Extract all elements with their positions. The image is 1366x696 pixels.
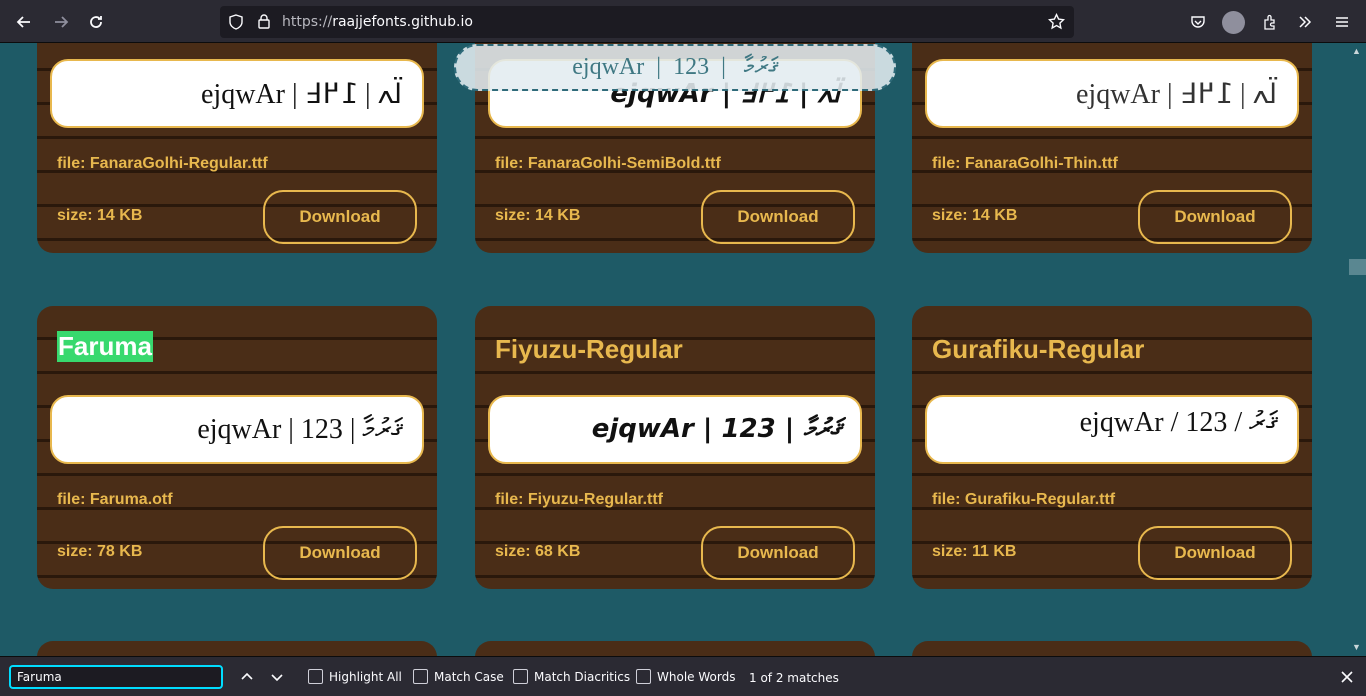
file-label: file: FanaraGolhi-Regular.ttf [57, 155, 268, 172]
font-card-gurafiku-regular: Gurafiku-Regular ejqwAr / ޤަރު / 123 fil… [912, 306, 1312, 589]
font-preview: ejqwAr | ޤަރުމާ | 123 [488, 395, 862, 464]
font-preview: ejqwAr | ߊ߳ߍ | ߁߂߃ [50, 59, 424, 128]
whole-words-checkbox[interactable]: Whole Words [636, 669, 735, 684]
url-text[interactable]: https://raajjefonts.github.io [282, 14, 473, 30]
font-card-fanaragolhi-thin: ejqwAr | ߊ߳ߍ | ߁߂߃ file: FanaraGolhi-Thi… [912, 43, 1312, 253]
back-icon[interactable] [10, 8, 38, 36]
find-previous-icon[interactable] [235, 665, 259, 689]
font-card-fiyuzu-regular: Fiyuzu-Regular ejqwAr | ޤަރުމާ | 123 fil… [475, 306, 875, 589]
font-preview: ejqwAr | ߊ߳ߍ | ߁߂߃ [925, 59, 1299, 128]
download-button[interactable]: Download [701, 190, 855, 244]
match-count: 1 of 2 matches [749, 671, 839, 685]
download-button[interactable]: Download [263, 526, 417, 580]
font-card-partial [475, 641, 875, 656]
close-find-icon[interactable] [1337, 665, 1357, 689]
font-preview: ejqwAr / ޤަރު / 123 [925, 395, 1299, 464]
pocket-icon[interactable] [1184, 8, 1212, 36]
font-card-faruma: Faruma ejqwAr | ޤަރުމާ | 123 file: Farum… [37, 306, 437, 589]
match-diacritics-checkbox[interactable]: Match Diacritics [513, 669, 630, 684]
font-title: Faruma [57, 331, 153, 362]
size-label: size: 14 KB [932, 207, 1018, 224]
forward-icon[interactable] [47, 8, 75, 36]
file-label: file: Gurafiku-Regular.ttf [932, 491, 1116, 508]
url-host: raajjefonts.github.io [332, 14, 473, 30]
download-button[interactable]: Download [1138, 526, 1292, 580]
font-title: Gurafiku-Regular [932, 334, 1145, 364]
page-scrollbar[interactable] [1349, 43, 1366, 656]
file-label: file: FanaraGolhi-Thin.ttf [932, 155, 1118, 172]
size-label: size: 78 KB [57, 543, 143, 560]
page-content: ejqwAr | ߊ߳ߍ | ߁߂߃ file: FanaraGolhi-Reg… [0, 43, 1349, 656]
find-input[interactable]: Faruma [9, 665, 223, 689]
find-next-icon[interactable] [265, 665, 289, 689]
floating-preview[interactable]: ejqwAr | ޤަރުމާ | 123 [454, 44, 896, 91]
extensions-icon[interactable] [1256, 8, 1284, 36]
scroll-up-arrow-icon[interactable]: ▲ [1352, 46, 1361, 56]
checkbox-label: Match Diacritics [534, 669, 631, 684]
file-label: file: Faruma.otf [57, 491, 173, 508]
checkbox-box[interactable] [636, 669, 651, 684]
checkbox-label: Match Case [434, 669, 504, 684]
scrollbar-thumb[interactable] [1349, 259, 1366, 275]
font-card-fanaragolhi-regular: ejqwAr | ߊ߳ߍ | ߁߂߃ file: FanaraGolhi-Reg… [37, 43, 437, 253]
menu-hamburger-icon[interactable] [1328, 8, 1356, 36]
download-button[interactable]: Download [263, 190, 417, 244]
checkbox-label: Highlight All [329, 669, 402, 684]
account-avatar[interactable] [1222, 11, 1245, 34]
highlight-all-checkbox[interactable]: Highlight All [308, 669, 402, 684]
checkbox-box[interactable] [308, 669, 323, 684]
shield-icon[interactable] [228, 14, 244, 35]
font-card-partial [912, 641, 1312, 656]
browser-toolbar: https://raajjefonts.github.io [0, 0, 1366, 43]
size-label: size: 14 KB [495, 207, 581, 224]
size-label: size: 11 KB [932, 543, 1017, 560]
checkbox-box[interactable] [513, 669, 528, 684]
download-button[interactable]: Download [1138, 190, 1292, 244]
scroll-down-arrow-icon[interactable]: ▼ [1352, 642, 1361, 652]
size-label: size: 68 KB [495, 543, 581, 560]
url-bar[interactable]: https://raajjefonts.github.io [220, 6, 1074, 38]
size-label: size: 14 KB [57, 207, 143, 224]
font-card-partial [37, 641, 437, 656]
file-label: file: Fiyuzu-Regular.ttf [495, 491, 663, 508]
reload-icon[interactable] [82, 8, 110, 36]
file-label: file: FanaraGolhi-SemiBold.ttf [495, 155, 721, 172]
checkbox-box[interactable] [413, 669, 428, 684]
find-bar: Faruma Highlight All Match Case Match Di… [0, 656, 1366, 696]
lock-icon[interactable] [256, 13, 272, 34]
font-title: Fiyuzu-Regular [495, 334, 683, 364]
font-preview: ejqwAr | ޤަރުމާ | 123 [50, 395, 424, 464]
url-scheme: https:// [282, 14, 333, 30]
download-button[interactable]: Download [701, 526, 855, 580]
overflow-chevron-icon[interactable] [1291, 8, 1319, 36]
checkbox-label: Whole Words [657, 669, 736, 684]
bookmark-star-icon[interactable] [1047, 12, 1066, 35]
match-case-checkbox[interactable]: Match Case [413, 669, 504, 684]
